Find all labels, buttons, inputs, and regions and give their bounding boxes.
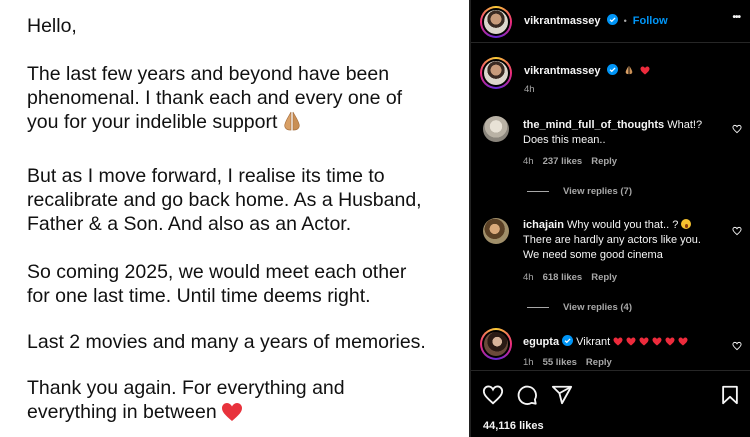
note-paragraph-3: So coming 2025, we would meet each other… — [27, 260, 406, 308]
verified-badge-icon — [606, 64, 618, 75]
red-heart-emoji-icon — [678, 337, 688, 346]
comment-likes[interactable]: 618 likes — [543, 272, 583, 283]
likes-count[interactable]: 44,116 likes — [483, 420, 544, 432]
heart-icon[interactable] — [732, 226, 742, 236]
note-greeting: Hello, — [27, 15, 77, 37]
view-replies-label: View replies (4) — [563, 302, 632, 313]
comment-meta: 4h 237 likes Reply — [523, 156, 626, 167]
reply-button[interactable]: Reply — [586, 357, 612, 368]
red-heart-emoji-icon — [665, 337, 675, 346]
avatar[interactable] — [483, 218, 509, 244]
comment-username[interactable]: the_mind_full_of_thoughts — [523, 119, 664, 131]
note-paragraph-5: Thank you again. For everything and ever… — [27, 376, 345, 424]
surprised-face-emoji-icon — [681, 219, 692, 229]
post-image: Hello, The last few years and beyond hav… — [0, 0, 469, 437]
note-line: everything in between — [27, 401, 217, 423]
avatar[interactable] — [480, 6, 512, 38]
comment-text: Why would you that.. ? — [567, 219, 679, 231]
folded-hands-emoji-icon — [625, 65, 632, 75]
post-sidebar: vikrantmassey • Follow ••• vikrantmassey… — [471, 0, 750, 437]
avatar[interactable] — [483, 116, 509, 142]
replies-line — [527, 307, 549, 308]
comment-likes[interactable]: 55 likes — [543, 357, 577, 368]
note-line: recalibrate and go back home. As a Husba… — [27, 189, 422, 211]
note-line: you for your indelible support — [27, 111, 278, 133]
actions-divider — [471, 370, 750, 371]
comment-text: What!? — [667, 119, 703, 131]
verified-badge-icon — [562, 335, 574, 346]
note-line: Father & a Son. And also as an Actor. — [27, 213, 352, 235]
view-replies-button[interactable]: View replies (7) — [527, 186, 632, 197]
caption-timestamp: 4h — [524, 84, 535, 95]
avatar[interactable] — [480, 328, 512, 360]
view-replies-label: View replies (7) — [563, 186, 632, 197]
caption: vikrantmassey — [524, 64, 650, 77]
header-username[interactable]: vikrantmassey — [524, 15, 600, 27]
red-heart-emoji-icon — [639, 337, 649, 346]
comment-likes[interactable]: 237 likes — [543, 156, 583, 167]
folded-hands-emoji-icon — [284, 111, 300, 131]
comment-username[interactable]: ichajain — [523, 219, 564, 231]
note-paragraph-4: Last 2 movies and many a years of memori… — [27, 330, 426, 354]
comment-text: Does this mean.. — [523, 134, 606, 146]
heart-icon[interactable] — [732, 124, 742, 134]
note-line: phenomenal. I thank each and every one o… — [27, 87, 403, 109]
comment-icon[interactable] — [516, 384, 538, 406]
note-line-with-emoji: you for your indelible support — [27, 110, 402, 134]
heart-icon[interactable] — [482, 384, 504, 406]
comment: egupta Vikrant — [523, 335, 713, 350]
note-line-with-emoji: everything in between — [27, 400, 345, 424]
comment: ichajain Why would you that.. ? There ar… — [523, 218, 713, 263]
separator-dot: • — [623, 16, 627, 26]
comment-meta: 1h 55 likes Reply — [523, 357, 621, 368]
note-line: So coming 2025, we would meet each other — [27, 261, 407, 283]
comment: the_mind_full_of_thoughts What!? Does th… — [523, 118, 713, 148]
more-options-icon[interactable]: ••• — [732, 12, 740, 23]
comment-text: We need some good cinema — [523, 249, 663, 261]
red-heart-emoji-icon — [640, 66, 650, 75]
comment-meta: 4h 618 likes Reply — [523, 272, 626, 283]
note-paragraph-1: The last few years and beyond have been … — [27, 62, 402, 134]
replies-line — [527, 191, 549, 192]
reply-button[interactable]: Reply — [591, 156, 617, 167]
comment-timestamp: 4h — [523, 272, 534, 283]
follow-button[interactable]: Follow — [633, 15, 668, 27]
comment-timestamp: 4h — [523, 156, 534, 167]
share-icon[interactable] — [551, 384, 573, 406]
comment-text: There are hardly any actors like you. — [523, 234, 701, 246]
reply-button[interactable]: Reply — [591, 272, 617, 283]
view-replies-button[interactable]: View replies (4) — [527, 302, 632, 313]
red-heart-emoji-icon — [221, 403, 242, 421]
comment-text: Vikrant — [576, 336, 611, 348]
post-header: vikrantmassey • Follow ••• — [471, 0, 750, 42]
bookmark-icon[interactable] — [719, 384, 741, 406]
note-line: for one last time. Until time deems righ… — [27, 285, 371, 307]
note-line: The last few years and beyond have been — [27, 63, 390, 85]
note-line: Last 2 movies and many a years of memori… — [27, 331, 426, 353]
note-paragraph-2: But as I move forward, I realise its tim… — [27, 164, 422, 236]
verified-badge-icon — [606, 14, 618, 25]
note-line: But as I move forward, I realise its tim… — [27, 165, 385, 187]
red-heart-emoji-icon — [626, 337, 636, 346]
red-heart-emoji-icon — [652, 337, 662, 346]
comment-timestamp: 1h — [523, 357, 534, 368]
caption-username[interactable]: vikrantmassey — [524, 65, 600, 77]
avatar[interactable] — [480, 57, 512, 89]
red-heart-emoji-icon — [613, 337, 623, 346]
comment-username[interactable]: egupta — [523, 336, 559, 348]
header-divider — [471, 42, 750, 43]
heart-icon[interactable] — [732, 341, 742, 351]
note-line: Thank you again. For everything and — [27, 377, 345, 399]
